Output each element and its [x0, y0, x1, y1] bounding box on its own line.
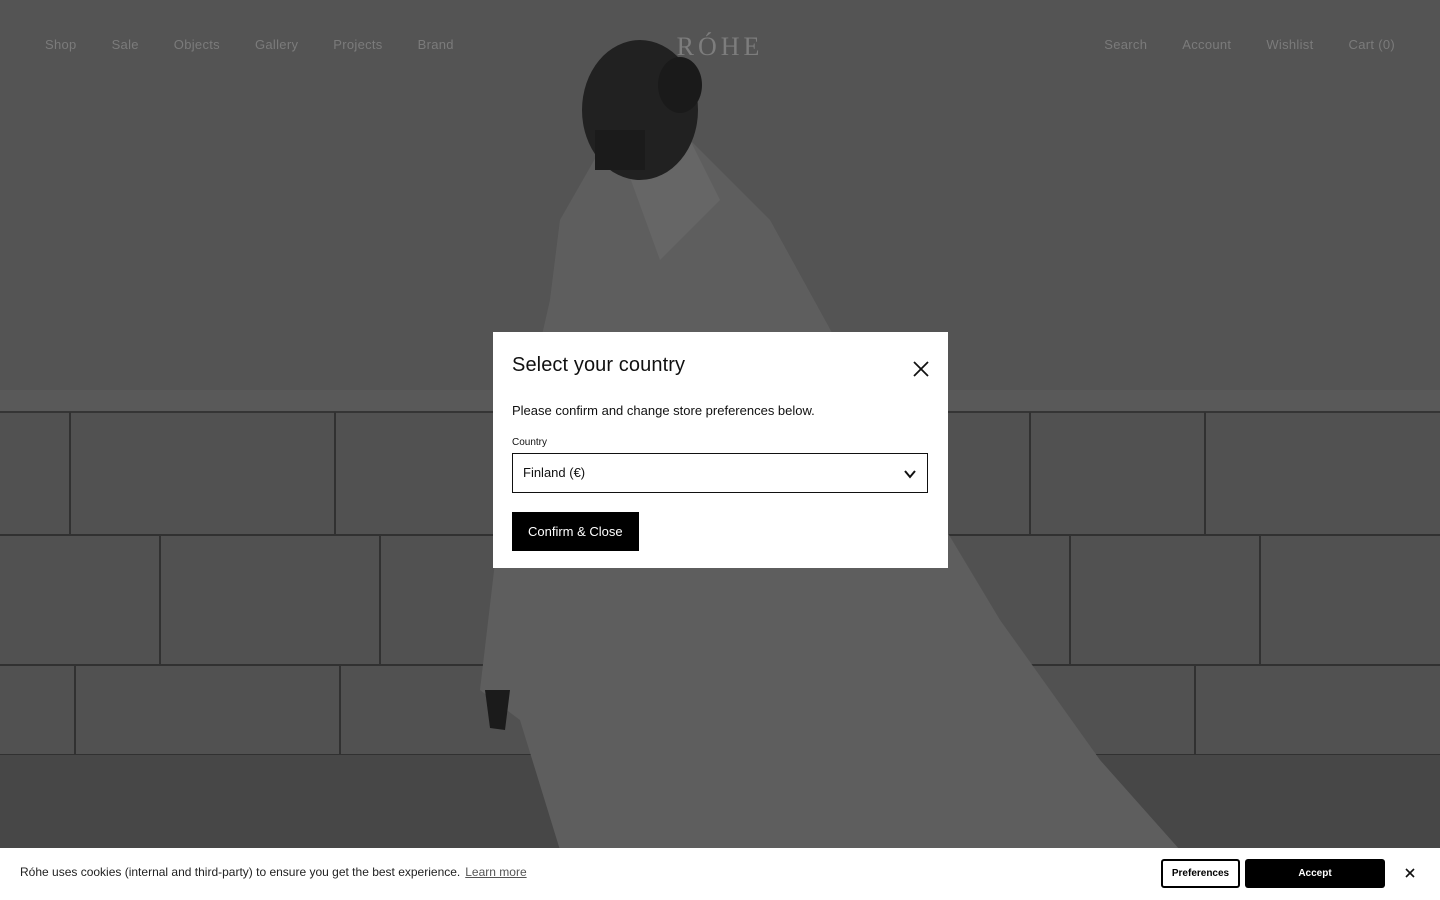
learn-more-link[interactable]: Learn more [465, 865, 526, 879]
chevron-down-icon [904, 470, 916, 479]
country-modal: Select your country Please confirm and c… [493, 332, 948, 568]
nav-account[interactable]: Account [1182, 37, 1231, 52]
modal-description: Please confirm and change store preferen… [512, 403, 815, 418]
cookie-message: Róhe uses cookies (internal and third-pa… [20, 865, 527, 879]
cookie-close-icon-svg [1405, 868, 1415, 878]
nav-cart[interactable]: Cart (0) [1349, 37, 1395, 52]
modal-title: Select your country [512, 354, 686, 376]
preferences-button[interactable]: Preferences [1161, 859, 1240, 888]
close-icon[interactable] [912, 360, 930, 378]
country-label: Country [512, 437, 548, 448]
nav-search[interactable]: Search [1104, 37, 1147, 52]
close-icon-svg [913, 361, 929, 377]
nav-wishlist[interactable]: Wishlist [1266, 37, 1313, 52]
confirm-close-button[interactable]: Confirm & Close [512, 512, 639, 551]
site-header: Shop Sale Objects Gallery Projects Brand… [0, 0, 1440, 90]
country-select-value: Finland (€) [523, 465, 586, 480]
country-select[interactable]: Finland (€) [512, 453, 928, 493]
cookie-banner: Róhe uses cookies (internal and third-pa… [0, 848, 1440, 900]
cookie-text: Róhe uses cookies (internal and third-pa… [20, 865, 461, 879]
utility-nav: Search Account Wishlist Cart (0) [1069, 37, 1395, 52]
accept-button[interactable]: Accept [1245, 859, 1385, 888]
close-icon[interactable] [1403, 866, 1417, 880]
